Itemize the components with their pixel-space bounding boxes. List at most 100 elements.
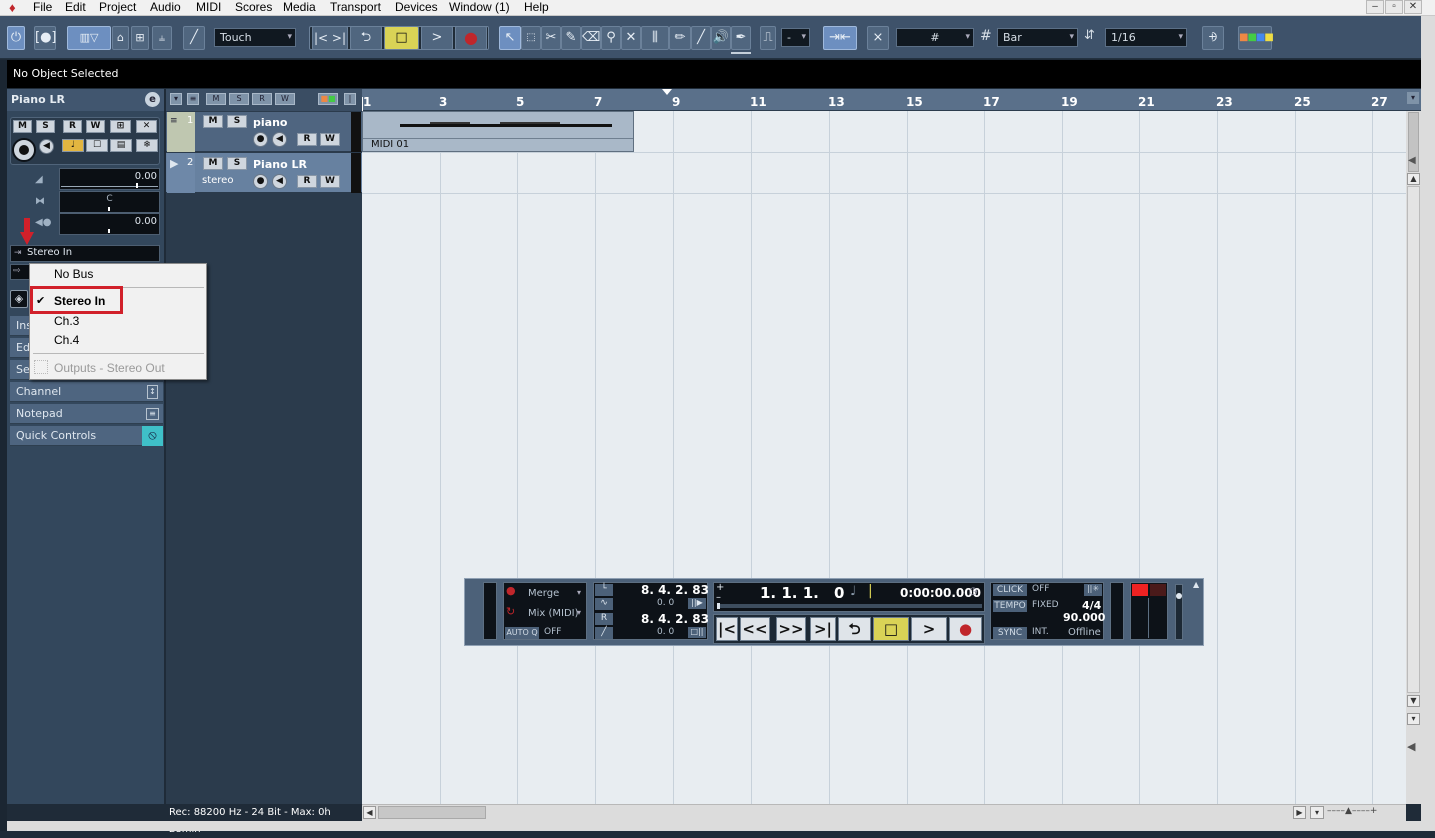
track-read-button[interactable]: R xyxy=(297,133,317,146)
auto-quantize-label[interactable]: AUTO Q xyxy=(505,627,539,639)
left-locator-icon[interactable]: └ xyxy=(595,584,613,596)
transport-stop-button[interactable]: □ xyxy=(873,617,909,641)
horizontal-scrollbar[interactable] xyxy=(362,804,1406,821)
close-button[interactable]: ✕ xyxy=(1404,0,1422,14)
track-colors-icon[interactable]: ■■ xyxy=(318,93,338,105)
rewind-button[interactable]: << xyxy=(740,617,770,641)
inspector-read-button[interactable]: R xyxy=(63,120,82,133)
inspector-section-channel[interactable]: Channel xyxy=(10,382,163,402)
track-write-button[interactable]: W xyxy=(320,133,340,146)
snap-type-select[interactable]: # xyxy=(896,28,974,47)
edit-channel-settings-button[interactable]: e xyxy=(145,92,160,107)
transport-play-button[interactable]: > xyxy=(911,617,947,641)
vertical-zoom-icon[interactable]: ◀ xyxy=(1407,740,1415,753)
color-tool-icon[interactable]: ✒ xyxy=(731,26,751,50)
click-label[interactable]: CLICK xyxy=(993,584,1027,596)
track-solo-button[interactable]: S xyxy=(227,115,247,128)
activate-project-button[interactable]: ⏻ xyxy=(7,26,25,50)
quantize-preset-select[interactable]: 1/16 xyxy=(1105,28,1187,47)
time-warp-tool-icon[interactable]: ⫼ xyxy=(641,26,669,50)
show-track-list-icon[interactable]: ≡ xyxy=(187,93,199,105)
inspector-section-notepad[interactable]: Notepad xyxy=(10,404,163,424)
range-selection-tool-icon[interactable]: ⬚ xyxy=(521,26,541,50)
go-to-start-end-icon[interactable]: |< >| xyxy=(312,26,348,50)
menu-scores[interactable]: Scores xyxy=(235,0,272,16)
go-to-right-locator-button[interactable]: >| xyxy=(810,617,836,641)
lanes-icon[interactable]: ▤ xyxy=(110,139,132,152)
sync-label[interactable]: SYNC xyxy=(993,627,1027,639)
menu-item-no-bus[interactable]: No Bus xyxy=(54,266,93,282)
punch-in-icon[interactable]: ∿ xyxy=(595,598,613,610)
draw-tool-icon[interactable]: ✏ xyxy=(669,26,691,50)
mixer-layout-icon[interactable]: ⊞ xyxy=(131,26,149,50)
menu-file[interactable]: File xyxy=(33,0,52,16)
input-transformer-icon[interactable]: ◈ xyxy=(10,290,28,308)
inspector-mute-button[interactable]: M xyxy=(13,120,32,133)
track-name[interactable]: piano xyxy=(253,116,287,129)
track-mute-button[interactable]: M xyxy=(203,157,223,170)
track-record-enable-button[interactable]: ● xyxy=(253,174,268,189)
menu-edit[interactable]: Edit xyxy=(65,0,86,16)
menu-help[interactable]: Help xyxy=(524,0,549,16)
go-to-left-locator-button[interactable]: |< xyxy=(716,617,738,641)
autoscroll-icon[interactable]: ⎍ xyxy=(760,26,776,50)
inspector-track-name[interactable]: Piano LR xyxy=(7,89,164,111)
menu-audio[interactable]: Audio xyxy=(150,0,181,16)
punch-out-icon[interactable]: ╱ xyxy=(595,627,613,639)
right-locator-marker-icon[interactable] xyxy=(662,89,672,95)
play-tool-icon[interactable]: 🔊 xyxy=(711,26,731,50)
scroll-up-arrow-icon[interactable]: ▲ xyxy=(1407,173,1420,185)
nudge-minus-icon[interactable]: – xyxy=(716,592,721,603)
track-name[interactable]: Piano LR xyxy=(253,158,307,171)
position-bars-value[interactable]: 1. 1. 1. xyxy=(760,584,819,602)
track-read-button[interactable]: R xyxy=(297,175,317,188)
record-mode-select[interactable]: Merge xyxy=(528,588,559,599)
track-list-settings-icon[interactable]: ▾ xyxy=(170,93,182,105)
position-ticks-value[interactable]: 0 xyxy=(834,584,844,602)
record-mode-dropdown-icon[interactable]: ▾ xyxy=(577,588,581,597)
ruler-menu-icon[interactable]: ▾ xyxy=(1407,92,1419,104)
zoom-menu-icon[interactable]: ▾ xyxy=(1407,713,1420,725)
fader-layout-icon[interactable]: ⫨ xyxy=(152,26,172,50)
position-slider-handle[interactable] xyxy=(717,603,720,609)
snap-value-select[interactable]: - xyxy=(781,28,810,47)
erase-tool-icon[interactable]: ⌫ xyxy=(581,26,601,50)
pre-roll-icon[interactable]: ||▶ xyxy=(688,598,706,609)
automation-mode-select[interactable]: Touch xyxy=(214,28,296,47)
output-clip-indicator[interactable] xyxy=(1150,584,1166,596)
track-list-menu-icon[interactable]: | xyxy=(344,93,356,105)
play-button[interactable]: > xyxy=(421,26,453,50)
stop-button[interactable]: □ xyxy=(384,26,419,50)
line-tool-icon[interactable]: ╱ xyxy=(691,26,711,50)
constrain-delay-button[interactable]: [●] xyxy=(34,26,57,50)
horizontal-zoom-slider[interactable]: ––––▲––––+ xyxy=(1327,806,1405,819)
menu-devices[interactable]: Devices xyxy=(395,0,438,16)
horizontal-scroll-thumb[interactable] xyxy=(378,806,486,819)
minimize-button[interactable]: – xyxy=(1366,0,1384,14)
position-slider[interactable] xyxy=(717,604,982,608)
mute-tool-icon[interactable]: ✕ xyxy=(621,26,641,50)
global-mute-icon[interactable]: M xyxy=(206,93,226,105)
output-clip-indicator[interactable] xyxy=(1132,584,1148,596)
color-palette-icon[interactable]: ■■■■ xyxy=(1238,26,1274,50)
output-volume-handle[interactable] xyxy=(1176,593,1182,599)
horizontal-zoom-menu-icon[interactable]: ▾ xyxy=(1310,806,1324,819)
cycle-record-dropdown-icon[interactable]: ▾ xyxy=(577,608,581,617)
vertical-zoom-handle-icon[interactable]: ◀ xyxy=(1408,155,1416,166)
time-base-icon[interactable]: ♩ xyxy=(62,139,84,152)
media-bay-icon[interactable]: ⌂ xyxy=(112,26,129,50)
transport-menu-icon[interactable]: ▲ xyxy=(1193,580,1199,589)
cycle-icon[interactable]: ⮌ xyxy=(350,26,382,50)
track-record-enable-button[interactable]: ● xyxy=(253,132,268,147)
menu-item-ch4[interactable]: Ch.4 xyxy=(54,332,79,348)
global-write-icon[interactable]: W xyxy=(275,93,295,105)
scroll-right-arrow-icon[interactable]: ▶ xyxy=(1293,806,1306,819)
global-solo-icon[interactable]: S xyxy=(229,93,249,105)
menu-project[interactable]: Project xyxy=(99,0,136,16)
snap-to-zero-crossing-icon[interactable]: ⨯ xyxy=(867,26,889,50)
menu-midi[interactable]: MIDI xyxy=(196,0,221,16)
lock-icon[interactable]: ☐ xyxy=(86,139,108,152)
scroll-left-arrow-icon[interactable]: ◀ xyxy=(363,806,376,819)
menu-item-ch3[interactable]: Ch.3 xyxy=(54,313,79,329)
track-monitor-button[interactable]: ◀ xyxy=(272,132,287,147)
